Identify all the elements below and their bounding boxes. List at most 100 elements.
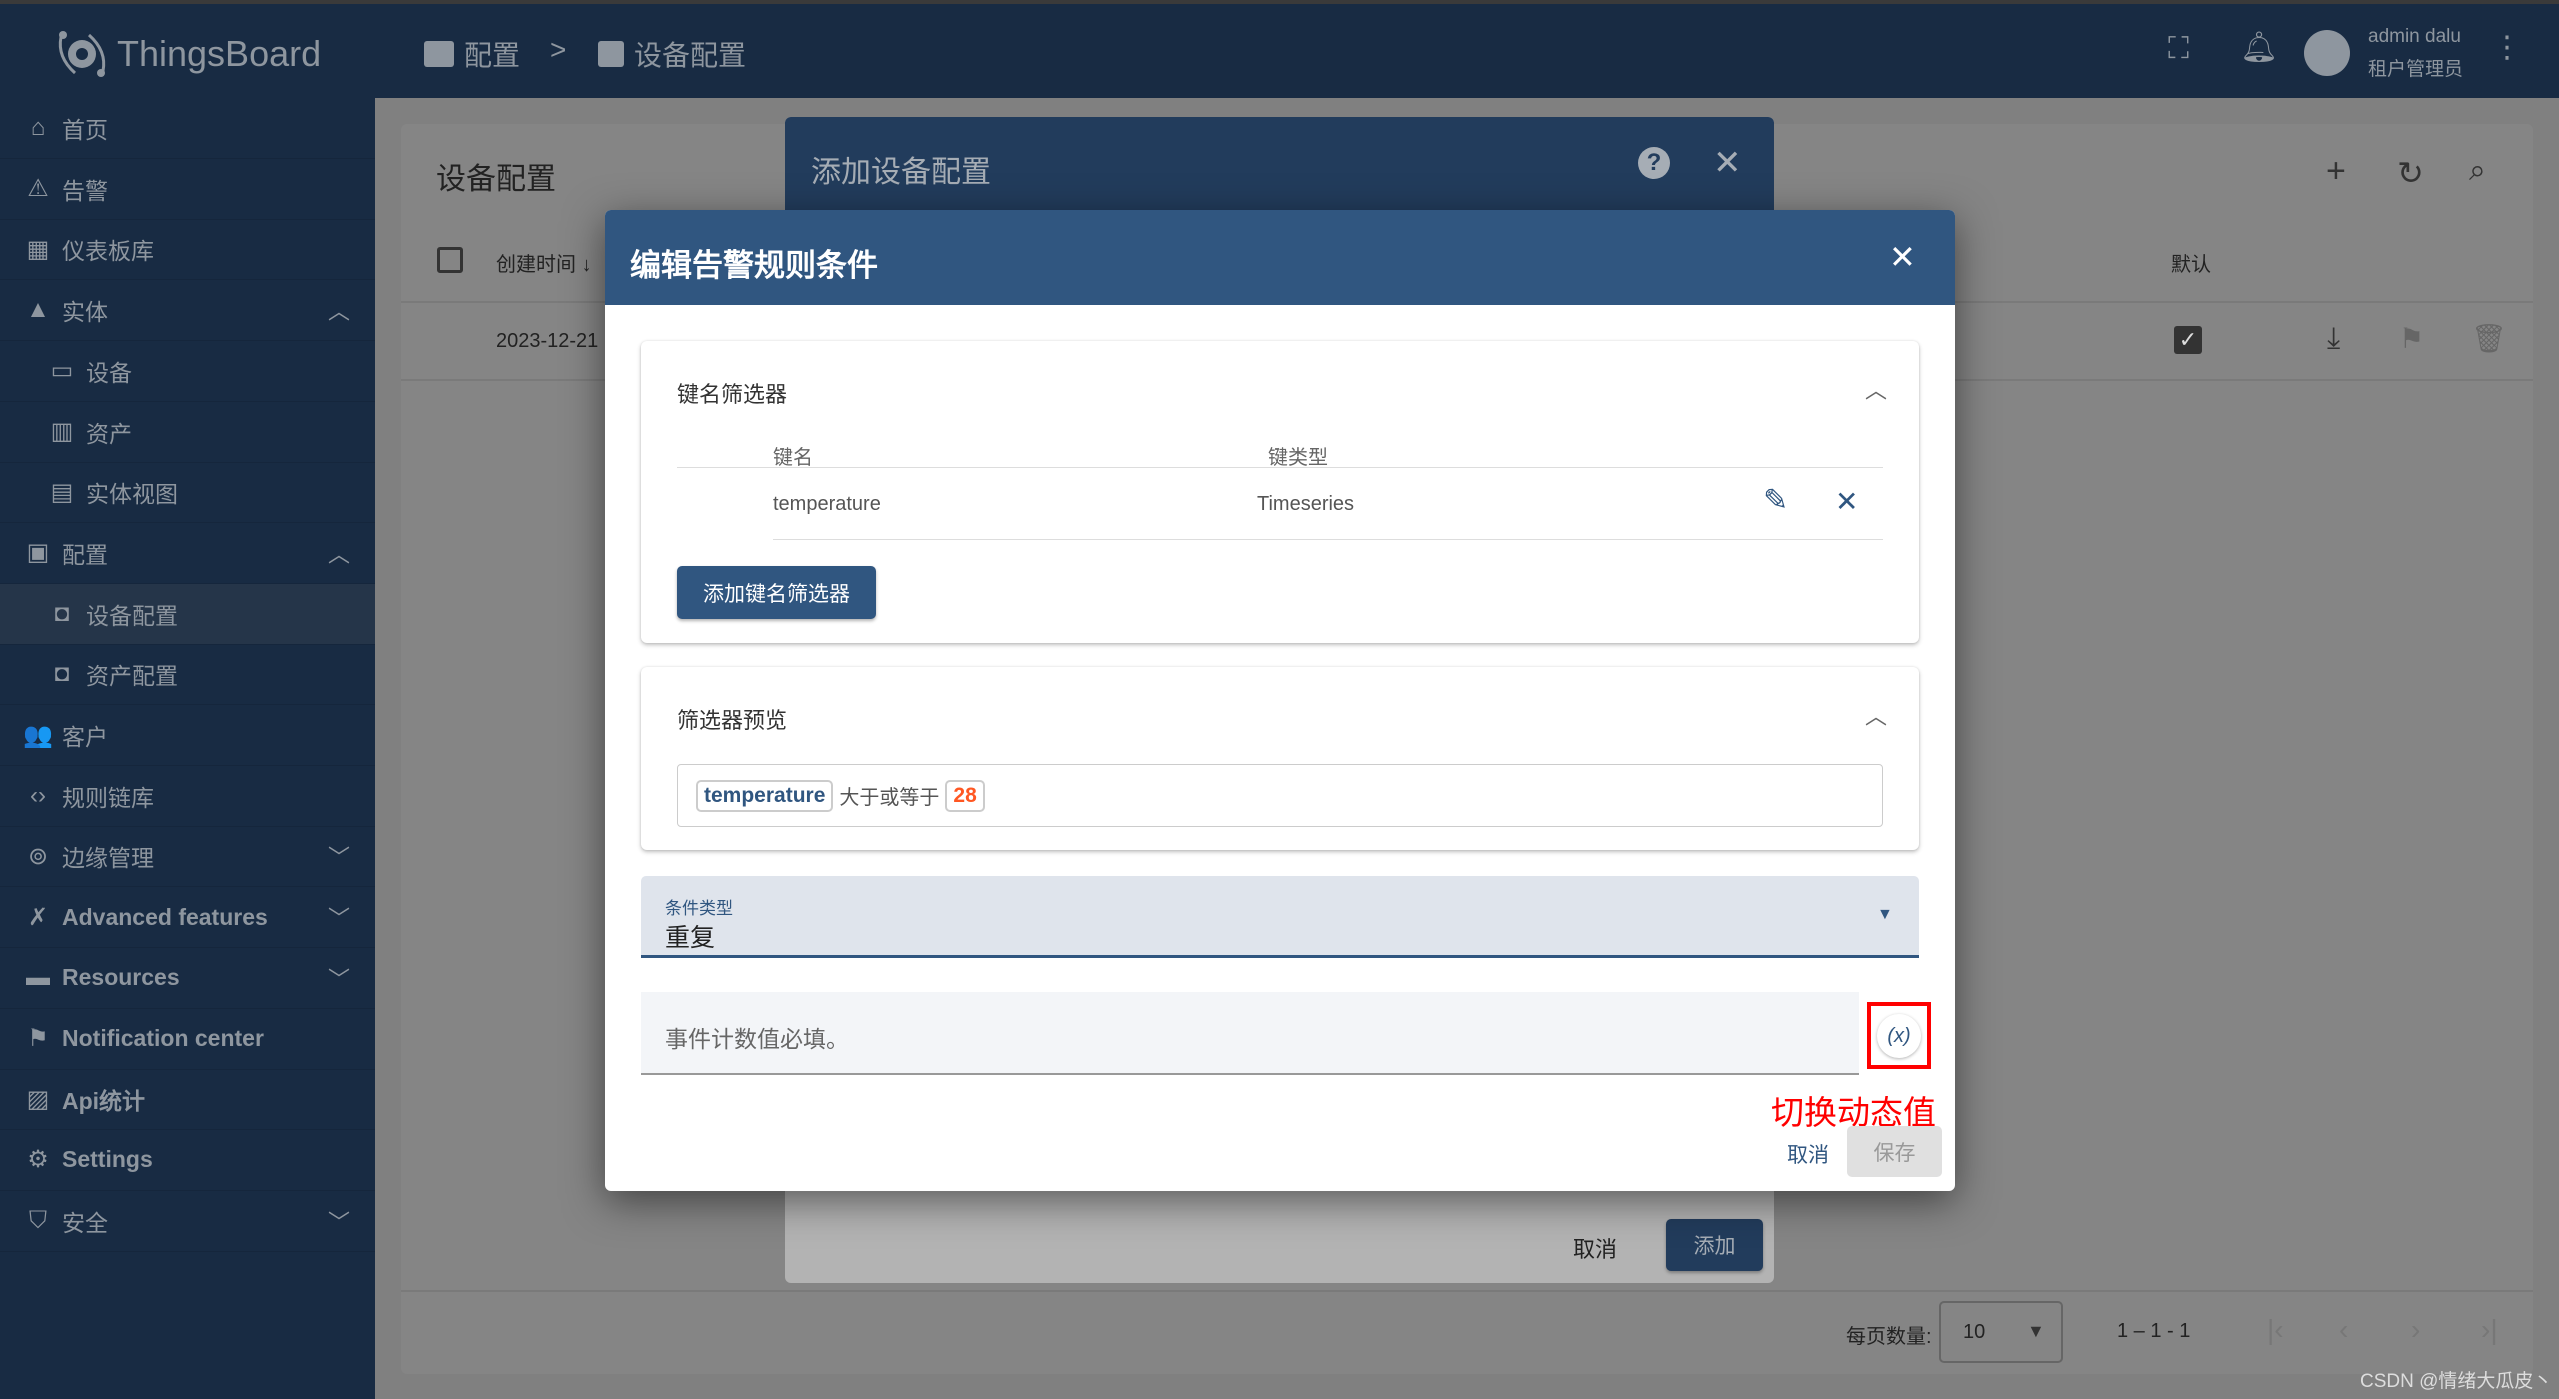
- field-value: 重复: [665, 924, 716, 952]
- breadcrumb-profiles[interactable]: 配置: [424, 34, 520, 74]
- prev-page-icon[interactable]: ‹: [2339, 1314, 2348, 1346]
- add-icon[interactable]: +: [2326, 152, 2346, 191]
- customers-icon: 👥: [23, 721, 53, 749]
- divider: [677, 467, 1883, 468]
- sidebar-item[interactable]: ‹› 规则链库: [0, 766, 375, 827]
- dialog-title: 添加设备配置: [811, 156, 991, 189]
- device-profile-icon: ◘: [54, 599, 70, 627]
- top-bar: ThingsBoard 配置 > 设备配置 ⛶ 🔔︎ admin dalu 租户…: [0, 0, 2559, 98]
- annotation-highlight-box: (x): [1867, 1002, 1931, 1069]
- sidebar-item-label: 安全: [62, 1209, 108, 1236]
- sidebar-item[interactable]: ▣ 配置 ︿: [0, 523, 375, 584]
- sidebar-item[interactable]: ▭ 设备: [0, 341, 375, 402]
- search-icon[interactable]: ⌕: [2469, 154, 2486, 188]
- chevron-down-icon[interactable]: ﹀: [328, 1205, 350, 1237]
- input-placeholder: 事件计数值必填。: [665, 1026, 849, 1052]
- condition-type-select[interactable]: 条件类型 重复 ▼: [641, 876, 1919, 958]
- sidebar-item-label: 实体: [62, 299, 108, 326]
- chevron-down-icon[interactable]: ﹀: [328, 962, 350, 994]
- sidebar-item-label: Api统计: [62, 1088, 146, 1115]
- sidebar-item[interactable]: ▦ 仪表板库: [0, 219, 375, 281]
- help-icon[interactable]: ?: [1638, 147, 1670, 179]
- logo[interactable]: ThingsBoard: [55, 26, 321, 82]
- sidebar-item-label: 实体视图: [86, 481, 178, 508]
- sidebar-item-label: 设备配置: [86, 602, 178, 629]
- watermark: CSDN @情绪大瓜皮丶: [2360, 1371, 2553, 1392]
- page-size-value: 10: [1963, 1321, 1986, 1343]
- sidebar-item-label: 规则链库: [62, 784, 154, 811]
- chevron-down-icon[interactable]: ﹀: [328, 901, 350, 933]
- sidebar-item-label: Settings: [62, 1146, 153, 1173]
- chevron-up-icon[interactable]: ︿: [328, 294, 350, 326]
- last-page-icon[interactable]: ›|: [2481, 1314, 2498, 1346]
- sort-arrow-icon: ↓: [581, 254, 592, 276]
- save-button[interactable]: 保存: [1847, 1126, 1942, 1177]
- key-type: Timeseries: [1257, 493, 1355, 515]
- select-all-checkbox[interactable]: [437, 247, 463, 273]
- avatar[interactable]: [2304, 30, 2350, 76]
- sidebar-item-label: 边缘管理: [62, 845, 154, 872]
- edge-icon: ⊚: [27, 842, 49, 870]
- remove-icon[interactable]: ✕: [1835, 485, 1858, 518]
- page-size-select[interactable]: 10 ▼: [1939, 1301, 2063, 1363]
- sidebar-item[interactable]: ⚙ Settings: [0, 1130, 375, 1191]
- flag-icon[interactable]: ⚑: [2399, 322, 2424, 355]
- more-vert-icon[interactable]: ⋮: [2492, 30, 2522, 65]
- sidebar-item[interactable]: ▬ Resources ﹀: [0, 948, 375, 1009]
- sidebar-item-label: 仪表板库: [62, 238, 154, 265]
- sidebar-item-label: 配置: [62, 541, 108, 568]
- chart-icon: ▨: [26, 1085, 50, 1113]
- close-icon[interactable]: ✕: [1889, 238, 1916, 276]
- edit-icon[interactable]: ✎: [1763, 483, 1788, 518]
- sidebar-item-label: 资产配置: [86, 663, 178, 690]
- sidebar-item[interactable]: ▲ 实体 ︿: [0, 280, 375, 342]
- dialog-header: 编辑告警规则条件 ✕: [605, 210, 1955, 305]
- entity-view-icon: ▤: [50, 478, 74, 506]
- sidebar-item[interactable]: ⌂ 首页: [0, 98, 375, 159]
- default-checkbox-checked: ✓: [2174, 326, 2202, 354]
- add-key-filter-button[interactable]: 添加键名筛选器: [677, 566, 876, 619]
- page-size-label: 每页数量:: [1846, 1326, 1932, 1348]
- next-page-icon[interactable]: ›: [2411, 1314, 2420, 1346]
- download-icon[interactable]: ⤓: [2327, 322, 2340, 356]
- user-role: 租户管理员: [2368, 59, 2464, 80]
- sidebar-item[interactable]: ⛉ 安全 ﹀: [0, 1191, 375, 1252]
- sidebar-item[interactable]: ▥ 资产: [0, 402, 375, 463]
- sidebar-item[interactable]: ◘ 设备配置: [0, 583, 375, 645]
- tools-icon: ✗: [27, 903, 49, 931]
- sidebar-item[interactable]: 👥 客户: [0, 705, 375, 766]
- key-name: temperature: [773, 493, 881, 515]
- close-icon[interactable]: ✕: [1713, 143, 1742, 183]
- page-range: 1 – 1 - 1: [2117, 1320, 2191, 1342]
- sidebar-item[interactable]: ✗ Advanced features ﹀: [0, 887, 375, 949]
- event-count-input[interactable]: 事件计数值必填。: [641, 992, 1859, 1075]
- chevron-up-icon[interactable]: ︿: [1865, 699, 1887, 731]
- cancel-button[interactable]: 取消: [1787, 1139, 1829, 1169]
- refresh-icon[interactable]: ↻: [2397, 154, 2424, 192]
- key-filters-panel: 键名筛选器 ︿ 键名 键类型 temperature Timeseries ✎ …: [641, 341, 1919, 643]
- fullscreen-icon[interactable]: ⛶: [2168, 32, 2189, 66]
- bell-icon[interactable]: 🔔︎: [2240, 30, 2278, 65]
- thingsboard-logo-icon: [58, 31, 106, 77]
- chevron-up-icon[interactable]: ︿: [1865, 373, 1887, 405]
- logo-text: ThingsBoard: [117, 33, 322, 74]
- add-button[interactable]: 添加: [1666, 1219, 1763, 1271]
- devices-icon: ▭: [50, 357, 74, 385]
- delete-icon[interactable]: 🗑︎: [2471, 322, 2507, 355]
- chevron-up-icon[interactable]: ︿: [328, 537, 350, 569]
- sidebar-item[interactable]: ▤ 实体视图: [0, 462, 375, 524]
- column-created-time[interactable]: 创建时间 ↓: [496, 248, 592, 277]
- user-name: admin dalu: [2368, 26, 2461, 47]
- dynamic-value-toggle-button[interactable]: (x): [1877, 1014, 1921, 1058]
- sidebar-item[interactable]: ▨ Api统计: [0, 1069, 375, 1131]
- sidebar-item[interactable]: ◘ 资产配置: [0, 644, 375, 706]
- sidebar-item[interactable]: ⊚ 边缘管理 ﹀: [0, 826, 375, 888]
- device-profile-icon: [598, 41, 624, 67]
- cancel-button[interactable]: 取消: [1573, 1232, 1617, 1264]
- sidebar-item-label: Notification center: [62, 1025, 264, 1051]
- first-page-icon[interactable]: |‹: [2267, 1314, 2284, 1346]
- chevron-down-icon[interactable]: ﹀: [328, 840, 350, 872]
- sidebar-item[interactable]: ⚠ 告警: [0, 159, 375, 220]
- sidebar-item[interactable]: ⚑ Notification center: [0, 1009, 375, 1070]
- preview-value-chip: 28: [945, 779, 985, 812]
